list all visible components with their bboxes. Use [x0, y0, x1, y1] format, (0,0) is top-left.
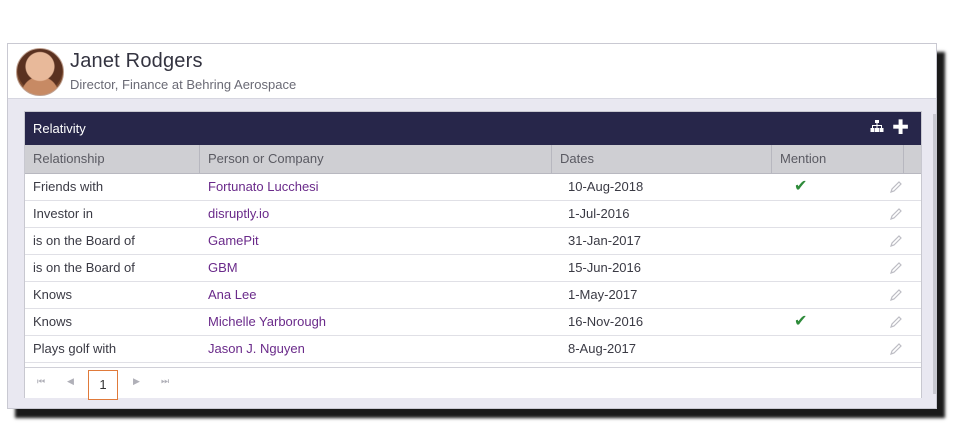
profile-subtitle: Director, Finance at Behring Aerospace [70, 77, 297, 92]
table-row[interactable]: Knows Ana Lee 1-May-2017 [25, 282, 921, 309]
person-link[interactable]: GamePit [200, 228, 552, 254]
col-mention[interactable]: Mention [772, 145, 904, 173]
profile-header: Janet Rodgers Director, Finance at Behri… [8, 44, 936, 99]
cell-relationship: is on the Board of [33, 260, 135, 275]
table-row[interactable]: Plays golf with Jason J. Nguyen 8-Aug-20… [25, 336, 921, 363]
cell-relationship: Friends with [33, 179, 104, 194]
cell-relationship: Plays golf with [33, 341, 117, 356]
profile-name: Janet Rodgers [70, 50, 203, 72]
table-row[interactable]: Friends with Fortunato Lucchesi 10-Aug-2… [25, 174, 921, 201]
add-relationship-icon[interactable]: ✚ [892, 118, 909, 138]
cell-date: 10-Aug-2018 [568, 179, 644, 194]
scrollbar[interactable] [933, 114, 937, 394]
prev-page-icon[interactable]: ◀ [67, 376, 74, 387]
column-header: Relationship Person or Company Dates Men… [25, 145, 921, 174]
last-page-icon[interactable]: ⏭ [161, 376, 169, 387]
check-icon: ✔ [794, 313, 808, 330]
cell-date: 1-May-2017 [568, 287, 638, 302]
person-link[interactable]: Ana Lee [200, 282, 552, 308]
col-person[interactable]: Person or Company [200, 145, 552, 173]
check-icon: ✔ [794, 178, 808, 195]
first-page-icon[interactable]: ⏮ [37, 376, 45, 387]
table-row[interactable]: Investor in disruptly.io 1-Jul-2016 [25, 201, 921, 228]
person-link[interactable]: GBM [200, 255, 552, 281]
col-relationship[interactable]: Relationship [25, 145, 200, 173]
cell-date: 8-Aug-2017 [568, 341, 636, 356]
cell-date: 31-Jan-2017 [568, 233, 641, 248]
cell-date: 1-Jul-2016 [568, 206, 630, 221]
relativity-grid: Relativity ✚ Relationship Person or Comp… [24, 111, 922, 400]
cell-date: 15-Jun-2016 [568, 260, 641, 275]
avatar[interactable] [16, 48, 64, 96]
profile-window: Janet Rodgers Director, Finance at Behri… [7, 43, 937, 409]
col-dates[interactable]: Dates [552, 145, 772, 173]
pager: ⏮ ◀ 1 ▶ ⏭ [25, 367, 921, 400]
person-link[interactable]: disruptly.io [200, 201, 552, 227]
cell-relationship: Investor in [33, 206, 93, 221]
org-chart-icon[interactable] [870, 119, 884, 137]
current-page-button[interactable]: 1 [88, 370, 118, 400]
person-link[interactable]: Michelle Yarborough [200, 309, 552, 335]
table-row[interactable]: is on the Board of GBM 15-Jun-2016 [25, 255, 921, 282]
cell-relationship: Knows [33, 314, 73, 329]
person-link[interactable]: Jason J. Nguyen [200, 336, 552, 362]
cell-relationship: is on the Board of [33, 233, 135, 248]
next-page-icon[interactable]: ▶ [133, 376, 140, 387]
table-row[interactable]: Knows Michelle Yarborough 16-Nov-2016 ✔ [25, 309, 921, 336]
cell-relationship: Knows [33, 287, 73, 302]
grid-rows: Friends with Fortunato Lucchesi 10-Aug-2… [25, 174, 921, 363]
table-row[interactable]: is on the Board of GamePit 31-Jan-2017 [25, 228, 921, 255]
grid-titlebar: Relativity ✚ [25, 112, 921, 145]
grid-title: Relativity [33, 121, 86, 136]
pencil-icon[interactable] [888, 340, 904, 366]
cell-date: 16-Nov-2016 [568, 314, 644, 329]
person-link[interactable]: Fortunato Lucchesi [200, 174, 552, 200]
